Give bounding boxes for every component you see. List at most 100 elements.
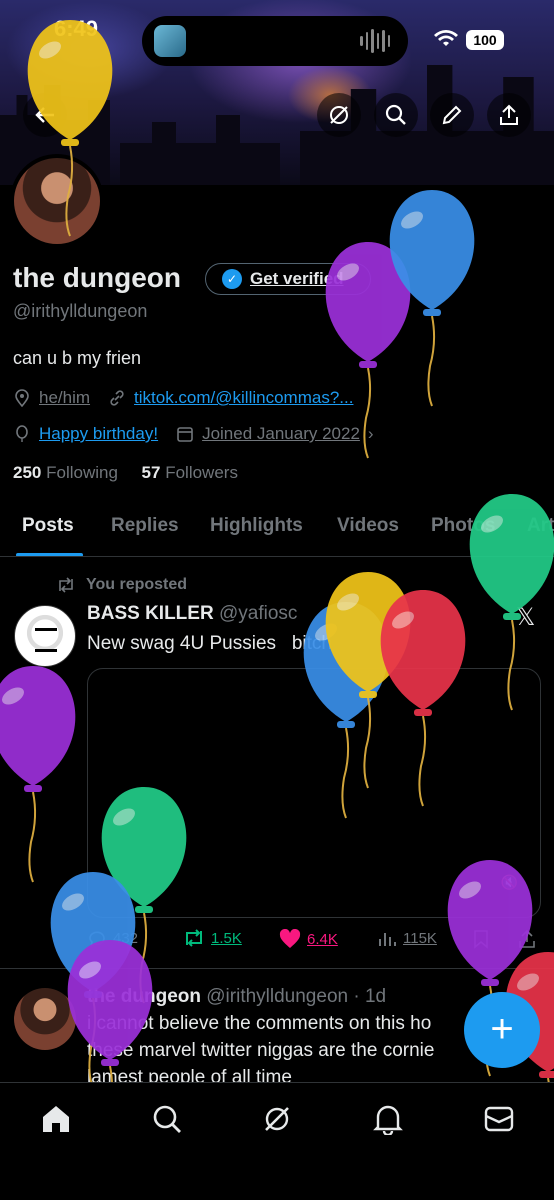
battery-indicator: 100: [466, 30, 504, 50]
website-link[interactable]: tiktok.com/@killincommas?...: [134, 388, 353, 408]
home-indicator: [188, 1175, 366, 1181]
search-icon: [153, 1105, 181, 1133]
profile-name: the dungeon: [13, 262, 181, 293]
get-verified-label: Get verified: [250, 269, 344, 288]
balloon: [389, 190, 475, 407]
share-button[interactable]: [487, 93, 531, 137]
now-playing-thumbnail: [154, 25, 186, 57]
views-icon: [379, 933, 396, 946]
muted-speaker-icon[interactable]: 🔇: [501, 874, 518, 891]
joined-date[interactable]: Joined January 2022: [202, 424, 360, 444]
link-icon: [110, 390, 124, 406]
edit-button[interactable]: [430, 93, 474, 137]
follow-stats: 250 Following 57 Followers: [13, 463, 238, 483]
repost-label: You reposted: [86, 576, 188, 593]
status-time: 6:49: [54, 16, 99, 41]
post-time: 1d: [364, 986, 387, 1007]
post-actions: 432 1.5K 6.4K 115K: [87, 925, 547, 953]
views-button[interactable]: 115K: [377, 929, 437, 947]
verified-badge-icon: ✓: [222, 269, 242, 289]
followers-label: Followers: [165, 463, 238, 482]
tab-highlights[interactable]: Highlights: [210, 515, 303, 537]
nav-messages[interactable]: [481, 1101, 517, 1137]
repost-count: 1.5K: [211, 929, 242, 947]
share-icon: [519, 929, 535, 948]
followers-count: 57: [141, 463, 161, 482]
post-video[interactable]: 🔇: [87, 668, 541, 918]
post-text: New swag 4U Pussies bitch: [87, 633, 332, 654]
bell-icon: [373, 1105, 403, 1135]
post-author-name[interactable]: the dungeon: [87, 986, 201, 1007]
bottom-navigation: [0, 1082, 554, 1200]
pronouns-link[interactable]: he/him: [39, 388, 90, 408]
following-label: Following: [46, 463, 118, 482]
tab-videos[interactable]: Videos: [337, 515, 399, 537]
post-author-handle[interactable]: @yafiosc: [219, 603, 297, 624]
nav-grok[interactable]: [259, 1101, 295, 1137]
balloon-icon: [16, 425, 28, 442]
post-author-avatar[interactable]: [14, 988, 76, 1050]
mail-icon: [484, 1106, 514, 1132]
repost-button[interactable]: 1.5K: [183, 929, 242, 947]
repost-icon: [59, 577, 73, 593]
reply-button[interactable]: 432: [87, 929, 138, 947]
audio-wave-icon: [360, 29, 390, 53]
bookmark-button[interactable]: [473, 929, 489, 949]
search-icon: [385, 104, 406, 125]
bookmark-icon: [474, 930, 488, 949]
profile-bio: can u b my frien: [13, 348, 142, 368]
post-header: the dungeon @irithylldungeon · 1d: [87, 986, 386, 1008]
pencil-icon: [442, 105, 462, 125]
grok-icon: [330, 106, 348, 124]
followers-link[interactable]: 57 Followers: [142, 463, 238, 482]
post-text-line: these marvel twitter niggas are the corn…: [87, 1040, 435, 1061]
compose-post-button[interactable]: +: [464, 992, 540, 1068]
views-count: 115K: [403, 929, 437, 947]
balloon: [0, 666, 76, 883]
tab-replies[interactable]: Replies: [111, 515, 179, 537]
wifi-icon: [434, 30, 458, 46]
chevron-right-icon: ›: [367, 424, 374, 443]
post-divider: [0, 968, 554, 969]
tab-articles[interactable]: Articles: [527, 515, 554, 537]
arrow-left-icon: [35, 107, 54, 123]
search-button[interactable]: [374, 93, 418, 137]
profile-handle: @irithylldungeon: [13, 301, 148, 321]
tab-photos[interactable]: Photos: [431, 515, 495, 537]
profile-avatar[interactable]: [10, 154, 104, 248]
back-button[interactable]: [23, 93, 67, 137]
like-count: 6.4K: [307, 930, 338, 948]
following-count: 250: [13, 463, 42, 482]
like-button[interactable]: 6.4K: [279, 929, 338, 949]
reply-count: 432: [113, 929, 139, 947]
heart-icon: [279, 929, 301, 948]
calendar-icon: [177, 427, 193, 442]
home-icon: [43, 1106, 69, 1132]
reply-icon: [89, 931, 105, 947]
get-verified-button[interactable]: ✓ Get verified: [205, 263, 371, 295]
x-logo-icon: 𝕏: [516, 604, 536, 631]
post-header: BASS KILLER @yafiosc: [87, 603, 297, 625]
post-share-button[interactable]: [517, 929, 537, 949]
nav-notifications[interactable]: [370, 1101, 406, 1137]
profile-meta-row-1: he/him tiktok.com/@killincommas?...: [13, 388, 371, 408]
repost-indicator: You reposted: [56, 576, 187, 594]
nav-search[interactable]: [149, 1101, 185, 1137]
birthday-link[interactable]: Happy birthday!: [39, 424, 158, 444]
active-tab-indicator: [16, 553, 83, 556]
post-author-avatar[interactable]: [14, 605, 76, 667]
post-author-handle[interactable]: @irithylldungeon: [206, 986, 348, 1007]
grok-button[interactable]: [317, 93, 361, 137]
profile-meta-row-2: Happy birthday! Joined January 2022 ›: [13, 424, 392, 444]
location-pin-icon: [15, 389, 29, 407]
post-author-name[interactable]: BASS KILLER: [87, 603, 214, 624]
grok-icon: [265, 1107, 289, 1131]
repost-icon: [186, 929, 202, 947]
tab-posts[interactable]: Posts: [22, 515, 74, 537]
dynamic-island[interactable]: [142, 16, 408, 66]
share-icon: [500, 104, 518, 125]
nav-home[interactable]: [38, 1101, 74, 1137]
profile-tabs: Posts Replies Highlights Videos Photos A…: [0, 505, 554, 557]
following-link[interactable]: 250 Following: [13, 463, 118, 482]
post-text-line: i cannot believe the comments on this ho: [87, 1013, 432, 1034]
